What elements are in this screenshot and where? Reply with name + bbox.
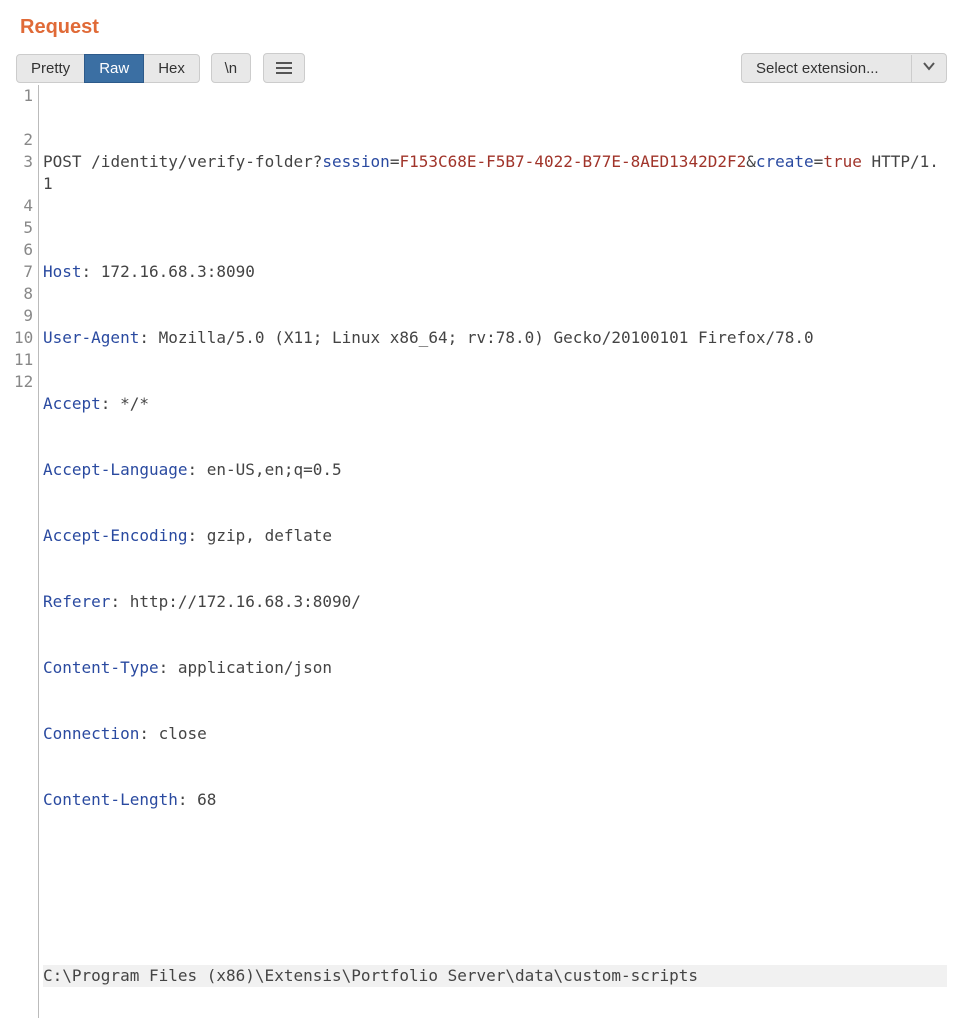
hamburger-icon	[276, 62, 292, 74]
tab-pretty[interactable]: Pretty	[16, 54, 85, 83]
newline-toggle-button[interactable]: \n	[211, 53, 251, 83]
header-line: Referer: http://172.16.68.3:8090/	[43, 591, 947, 613]
extension-select-chevron[interactable]	[912, 59, 946, 78]
tab-raw[interactable]: Raw	[84, 54, 144, 83]
chevron-down-icon	[922, 59, 936, 78]
header-line: Accept-Encoding: gzip, deflate	[43, 525, 947, 547]
view-toolbar: Pretty Raw Hex \n Select extension...	[14, 53, 947, 83]
header-line: Accept-Language: en-US,en;q=0.5	[43, 459, 947, 481]
extension-select-label: Select extension...	[742, 55, 912, 82]
blank-line	[43, 877, 947, 899]
menu-button[interactable]	[263, 53, 305, 83]
header-line: User-Agent: Mozilla/5.0 (X11; Linux x86_…	[43, 327, 947, 349]
header-line: Host: 172.16.68.3:8090	[43, 261, 947, 283]
code-area[interactable]: POST /identity/verify-folder?session=F15…	[38, 85, 947, 1018]
header-line: Accept: */*	[43, 393, 947, 415]
tab-hex[interactable]: Hex	[143, 54, 200, 83]
line-gutter: 1 2 3 4 5 6 7 8 9 10 11 12	[14, 85, 38, 1018]
header-line: Connection: close	[43, 723, 947, 745]
extension-select[interactable]: Select extension...	[741, 53, 947, 83]
request-editor[interactable]: 1 2 3 4 5 6 7 8 9 10 11 12 POST /identit…	[14, 85, 947, 1018]
panel-title: Request	[14, 16, 947, 39]
body-line: C:\Program Files (x86)\Extensis\Portfoli…	[43, 965, 947, 987]
request-line: POST /identity/verify-folder?session=F15…	[43, 151, 947, 195]
header-line: Content-Length: 68	[43, 789, 947, 811]
header-line: Content-Type: application/json	[43, 657, 947, 679]
